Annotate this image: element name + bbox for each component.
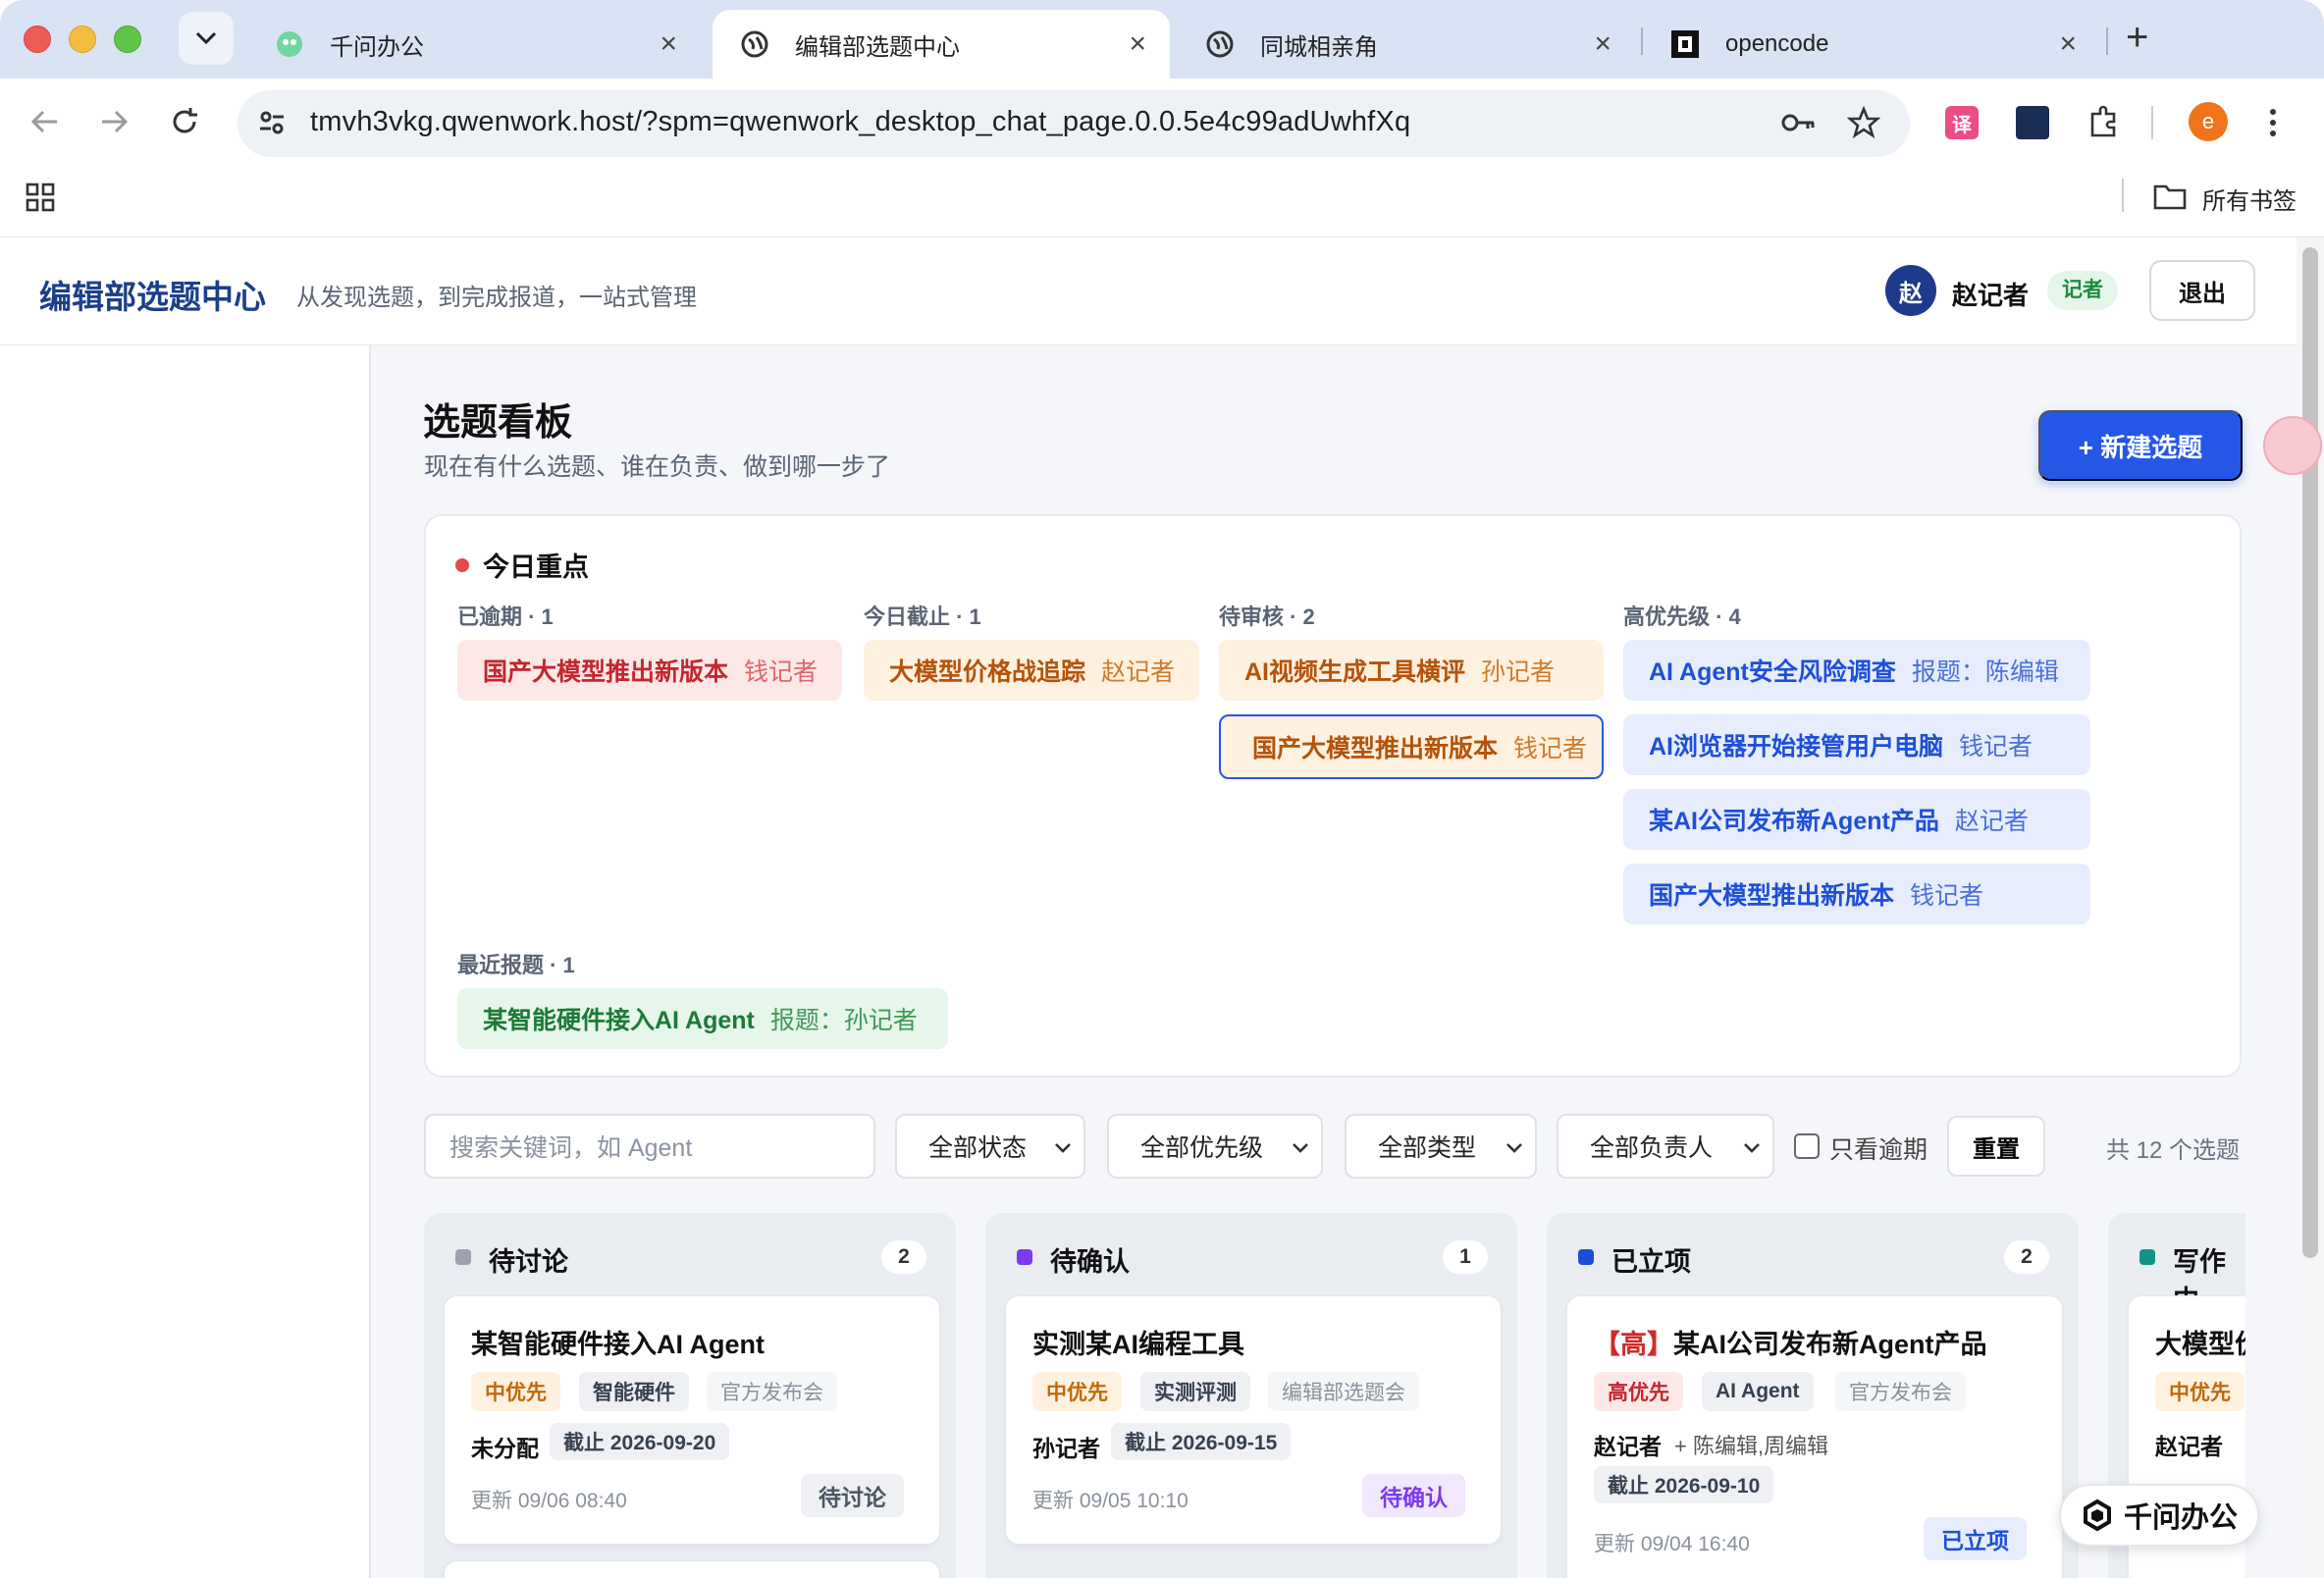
avatar: 赵 <box>1885 265 1936 316</box>
chevron-down-icon <box>195 31 217 45</box>
back-icon[interactable] <box>29 106 61 137</box>
page-subtitle: 现在有什么选题、谁在负责、做到哪一步了 <box>424 453 891 481</box>
window-close-button[interactable] <box>24 26 51 53</box>
search-input[interactable]: 搜索关键词，如 Agent <box>424 1114 875 1179</box>
qwen-logo-icon <box>2083 1499 2111 1532</box>
site-settings-icon[interactable] <box>257 108 287 137</box>
due-today-label: 今日截止 · 1 <box>864 605 981 629</box>
tab-label: 同城相亲角 <box>1260 33 1378 61</box>
today-focus-title: 今日重点 <box>455 546 589 584</box>
apps-grid-icon[interactable] <box>26 183 55 212</box>
toolbar-divider <box>2151 106 2153 139</box>
recent-label: 最近报题 · 1 <box>457 953 575 977</box>
scrollbar-thumb[interactable] <box>2302 247 2318 1258</box>
bookmark-star-icon[interactable] <box>1847 106 1880 139</box>
bookmarks-divider <box>2122 179 2124 212</box>
globe-icon <box>1205 29 1235 59</box>
opencode-icon <box>1670 29 1700 59</box>
qwen-icon <box>275 29 304 59</box>
tab-editorial[interactable]: 编辑部选题中心 × <box>713 10 1170 79</box>
tab-qwen[interactable]: 千问办公 × <box>247 10 701 79</box>
tab-opencode[interactable]: opencode × <box>1643 10 2100 79</box>
close-tab-icon[interactable]: × <box>660 29 677 59</box>
tab-dating[interactable]: 同城相亲角 × <box>1178 10 1635 79</box>
translate-extension-icon[interactable]: 译 <box>1945 106 1979 139</box>
close-tab-icon[interactable]: × <box>2059 29 2077 59</box>
owner-filter-select[interactable]: 全部负责人 <box>1557 1114 1774 1179</box>
globe-icon <box>740 29 769 59</box>
new-tab-icon[interactable]: + <box>2126 16 2148 59</box>
profile-avatar[interactable]: e <box>2189 102 2228 141</box>
pending-review-label: 待审核 · 2 <box>1219 605 1315 629</box>
user-name: 赵记者 <box>1952 281 2030 310</box>
extensions-puzzle-icon[interactable] <box>2086 104 2122 139</box>
status-filter-select[interactable]: 全部状态 <box>895 1114 1085 1179</box>
bookmarks-bar <box>0 169 2324 237</box>
red-dot-icon <box>455 557 469 572</box>
new-topic-button[interactable]: + 新建选题 <box>2038 410 2243 481</box>
window-minimize-button[interactable] <box>69 26 96 53</box>
reset-button[interactable]: 重置 <box>1947 1116 2045 1177</box>
overdue-only-checkbox[interactable] <box>1794 1133 1820 1159</box>
type-filter-select[interactable]: 全部类型 <box>1345 1114 1537 1179</box>
tab-label: opencode <box>1725 30 1829 57</box>
high-priority-label: 高优先级 · 4 <box>1623 605 1741 629</box>
url-text[interactable]: tmvh3vkg.qwenwork.host/?spm=qwenwork_des… <box>310 106 1410 138</box>
sidebar <box>0 345 371 1578</box>
tab-separator <box>2106 27 2108 55</box>
tab-label: 编辑部选题中心 <box>795 33 960 61</box>
recent-report-item[interactable]: 某智能硬件接入AI Agent 报题：孙记者 <box>457 988 948 1049</box>
chevron-down-icon <box>1293 1143 1308 1153</box>
forward-icon[interactable] <box>98 106 130 137</box>
floating-helper-icon[interactable] <box>2263 416 2322 475</box>
more-menu-icon[interactable] <box>2269 108 2277 137</box>
all-bookmarks-label[interactable]: 所有书签 <box>2202 182 2297 216</box>
close-tab-icon[interactable]: × <box>1594 29 1611 59</box>
due-today-item[interactable]: 大模型价格战追踪 赵记者 <box>864 640 1199 701</box>
app-tagline: 从发现选题，到完成报道，一站式管理 <box>296 285 697 311</box>
pending-review-item[interactable]: AI视频生成工具横评 孙记者 <box>1219 640 1604 701</box>
folder-icon <box>2153 184 2187 210</box>
password-key-icon[interactable] <box>1780 108 1818 137</box>
window-zoom-button[interactable] <box>114 26 141 53</box>
overdue-only-label[interactable]: 只看逾期 <box>1829 1131 1928 1166</box>
reload-icon[interactable] <box>169 106 200 137</box>
high-priority-item[interactable]: AI浏览器开始接管用户电脑 钱记者 <box>1623 714 2090 775</box>
chevron-down-icon <box>1744 1143 1760 1153</box>
logout-button[interactable]: 退出 <box>2149 260 2255 321</box>
qwen-office-floating-button[interactable]: 千问办公 <box>2059 1484 2259 1547</box>
tab-search-button[interactable] <box>179 12 234 65</box>
total-count: 共 12 个选题 <box>2106 1137 2241 1164</box>
overdue-item[interactable]: 国产大模型推出新版本 钱记者 <box>457 640 842 701</box>
pending-review-item[interactable]: 国产大模型推出新版本 钱记者 <box>1219 714 1604 779</box>
chevron-down-icon <box>1506 1143 1522 1153</box>
tab-label: 千问办公 <box>330 33 424 61</box>
high-priority-item[interactable]: AI Agent安全风险调查 报题：陈编辑 <box>1623 640 2090 701</box>
chevron-down-icon <box>1055 1143 1071 1153</box>
role-badge: 记者 <box>2047 271 2118 310</box>
close-tab-icon[interactable]: × <box>1129 29 1146 59</box>
high-priority-item[interactable]: 国产大模型推出新版本 钱记者 <box>1623 864 2090 924</box>
priority-filter-select[interactable]: 全部优先级 <box>1107 1114 1323 1179</box>
high-priority-item[interactable]: 某AI公司发布新Agent产品 赵记者 <box>1623 789 2090 850</box>
overdue-label: 已逾期 · 1 <box>457 605 554 629</box>
app-brand[interactable]: 编辑部选题中心 <box>39 271 266 318</box>
extension-icon[interactable] <box>2016 106 2049 139</box>
page-title: 选题看板 <box>423 402 573 444</box>
